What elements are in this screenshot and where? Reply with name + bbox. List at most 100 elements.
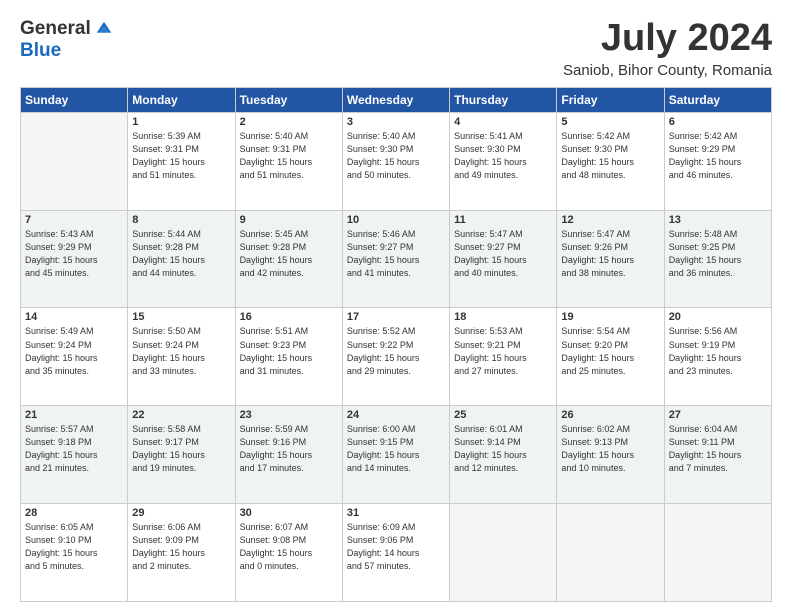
day-info: Sunrise: 5:42 AM Sunset: 9:30 PM Dayligh… bbox=[561, 130, 659, 182]
day-number: 5 bbox=[561, 116, 659, 128]
title-block: July 2024 Saniob, Bihor County, Romania bbox=[563, 18, 772, 79]
weekday-header-wednesday: Wednesday bbox=[342, 87, 449, 112]
calendar-cell: 10 Sunrise: 5:46 AM Sunset: 9:27 PM Dayli… bbox=[342, 210, 449, 308]
weekday-header-sunday: Sunday bbox=[21, 87, 128, 112]
logo: General Blue bbox=[20, 18, 113, 62]
calendar-cell: 2 Sunrise: 5:40 AM Sunset: 9:31 PM Daylig… bbox=[235, 112, 342, 210]
logo-general: General bbox=[20, 18, 91, 40]
calendar-cell: 7 Sunrise: 5:43 AM Sunset: 9:29 PM Daylig… bbox=[21, 210, 128, 308]
weekday-header-thursday: Thursday bbox=[450, 87, 557, 112]
day-number: 2 bbox=[240, 116, 338, 128]
day-info: Sunrise: 5:52 AM Sunset: 9:22 PM Dayligh… bbox=[347, 325, 445, 377]
calendar-cell: 3 Sunrise: 5:40 AM Sunset: 9:30 PM Daylig… bbox=[342, 112, 449, 210]
day-number: 19 bbox=[561, 311, 659, 323]
day-info: Sunrise: 5:47 AM Sunset: 9:26 PM Dayligh… bbox=[561, 228, 659, 280]
calendar-cell: 11 Sunrise: 5:47 AM Sunset: 9:27 PM Dayli… bbox=[450, 210, 557, 308]
day-info: Sunrise: 5:42 AM Sunset: 9:29 PM Dayligh… bbox=[669, 130, 767, 182]
day-info: Sunrise: 6:02 AM Sunset: 9:13 PM Dayligh… bbox=[561, 423, 659, 475]
day-number: 8 bbox=[132, 214, 230, 226]
weekday-header-tuesday: Tuesday bbox=[235, 87, 342, 112]
day-number: 14 bbox=[25, 311, 123, 323]
calendar-cell: 30 Sunrise: 6:07 AM Sunset: 9:08 PM Dayli… bbox=[235, 504, 342, 602]
day-info: Sunrise: 5:54 AM Sunset: 9:20 PM Dayligh… bbox=[561, 325, 659, 377]
day-number: 21 bbox=[25, 409, 123, 421]
weekday-header-row: SundayMondayTuesdayWednesdayThursdayFrid… bbox=[21, 87, 772, 112]
calendar-cell: 27 Sunrise: 6:04 AM Sunset: 9:11 PM Dayli… bbox=[664, 406, 771, 504]
calendar-cell: 5 Sunrise: 5:42 AM Sunset: 9:30 PM Daylig… bbox=[557, 112, 664, 210]
day-info: Sunrise: 5:43 AM Sunset: 9:29 PM Dayligh… bbox=[25, 228, 123, 280]
calendar-week-row: 21 Sunrise: 5:57 AM Sunset: 9:18 PM Dayli… bbox=[21, 406, 772, 504]
calendar-cell: 17 Sunrise: 5:52 AM Sunset: 9:22 PM Dayli… bbox=[342, 308, 449, 406]
calendar-cell: 24Sunrise: 6:00 AM Sunset: 9:15 PM Dayli… bbox=[342, 406, 449, 504]
weekday-header-saturday: Saturday bbox=[664, 87, 771, 112]
day-number: 10 bbox=[347, 214, 445, 226]
calendar-cell: 19 Sunrise: 5:54 AM Sunset: 9:20 PM Dayli… bbox=[557, 308, 664, 406]
day-number: 9 bbox=[240, 214, 338, 226]
day-number: 11 bbox=[454, 214, 552, 226]
day-info: Sunrise: 6:07 AM Sunset: 9:08 PM Dayligh… bbox=[240, 521, 338, 573]
day-number: 15 bbox=[132, 311, 230, 323]
day-number: 7 bbox=[25, 214, 123, 226]
day-number: 6 bbox=[669, 116, 767, 128]
calendar-cell: 22 Sunrise: 5:58 AM Sunset: 9:17 PM Dayli… bbox=[128, 406, 235, 504]
calendar-cell: 28Sunrise: 6:05 AM Sunset: 9:10 PM Dayli… bbox=[21, 504, 128, 602]
calendar-cell: 20Sunrise: 5:56 AM Sunset: 9:19 PM Dayli… bbox=[664, 308, 771, 406]
weekday-header-monday: Monday bbox=[128, 87, 235, 112]
day-number: 13 bbox=[669, 214, 767, 226]
day-info: Sunrise: 5:59 AM Sunset: 9:16 PM Dayligh… bbox=[240, 423, 338, 475]
day-number: 25 bbox=[454, 409, 552, 421]
day-info: Sunrise: 5:53 AM Sunset: 9:21 PM Dayligh… bbox=[454, 325, 552, 377]
day-info: Sunrise: 5:56 AM Sunset: 9:19 PM Dayligh… bbox=[669, 325, 767, 377]
day-info: Sunrise: 5:46 AM Sunset: 9:27 PM Dayligh… bbox=[347, 228, 445, 280]
day-info: Sunrise: 6:09 AM Sunset: 9:06 PM Dayligh… bbox=[347, 521, 445, 573]
calendar-cell: 12 Sunrise: 5:47 AM Sunset: 9:26 PM Dayli… bbox=[557, 210, 664, 308]
day-info: Sunrise: 5:50 AM Sunset: 9:24 PM Dayligh… bbox=[132, 325, 230, 377]
calendar-cell: 6 Sunrise: 5:42 AM Sunset: 9:29 PM Daylig… bbox=[664, 112, 771, 210]
calendar-week-row: 14Sunrise: 5:49 AM Sunset: 9:24 PM Dayli… bbox=[21, 308, 772, 406]
calendar-cell: 16Sunrise: 5:51 AM Sunset: 9:23 PM Dayli… bbox=[235, 308, 342, 406]
day-number: 30 bbox=[240, 507, 338, 519]
day-number: 22 bbox=[132, 409, 230, 421]
day-info: Sunrise: 6:04 AM Sunset: 9:11 PM Dayligh… bbox=[669, 423, 767, 475]
day-info: Sunrise: 5:57 AM Sunset: 9:18 PM Dayligh… bbox=[25, 423, 123, 475]
location-subtitle: Saniob, Bihor County, Romania bbox=[563, 62, 772, 79]
calendar-cell: 25Sunrise: 6:01 AM Sunset: 9:14 PM Dayli… bbox=[450, 406, 557, 504]
day-number: 24 bbox=[347, 409, 445, 421]
calendar-table: SundayMondayTuesdayWednesdayThursdayFrid… bbox=[20, 87, 772, 602]
calendar-cell: 31Sunrise: 6:09 AM Sunset: 9:06 PM Dayli… bbox=[342, 504, 449, 602]
day-number: 18 bbox=[454, 311, 552, 323]
day-info: Sunrise: 5:47 AM Sunset: 9:27 PM Dayligh… bbox=[454, 228, 552, 280]
calendar-cell: 8 Sunrise: 5:44 AM Sunset: 9:28 PM Daylig… bbox=[128, 210, 235, 308]
calendar-cell: 26 Sunrise: 6:02 AM Sunset: 9:13 PM Dayli… bbox=[557, 406, 664, 504]
day-info: Sunrise: 5:41 AM Sunset: 9:30 PM Dayligh… bbox=[454, 130, 552, 182]
calendar-cell: 18 Sunrise: 5:53 AM Sunset: 9:21 PM Dayli… bbox=[450, 308, 557, 406]
day-number: 26 bbox=[561, 409, 659, 421]
calendar-cell: 21 Sunrise: 5:57 AM Sunset: 9:18 PM Dayli… bbox=[21, 406, 128, 504]
day-info: Sunrise: 5:40 AM Sunset: 9:31 PM Dayligh… bbox=[240, 130, 338, 182]
calendar-cell: 9 Sunrise: 5:45 AM Sunset: 9:28 PM Daylig… bbox=[235, 210, 342, 308]
day-info: Sunrise: 6:06 AM Sunset: 9:09 PM Dayligh… bbox=[132, 521, 230, 573]
day-number: 27 bbox=[669, 409, 767, 421]
page: General Blue July 2024 Saniob, Bihor Cou… bbox=[0, 0, 792, 612]
day-info: Sunrise: 5:45 AM Sunset: 9:28 PM Dayligh… bbox=[240, 228, 338, 280]
logo-icon bbox=[95, 20, 113, 38]
calendar-cell: 23Sunrise: 5:59 AM Sunset: 9:16 PM Dayli… bbox=[235, 406, 342, 504]
day-info: Sunrise: 5:48 AM Sunset: 9:25 PM Dayligh… bbox=[669, 228, 767, 280]
day-number: 12 bbox=[561, 214, 659, 226]
day-info: Sunrise: 5:40 AM Sunset: 9:30 PM Dayligh… bbox=[347, 130, 445, 182]
day-info: Sunrise: 5:39 AM Sunset: 9:31 PM Dayligh… bbox=[132, 130, 230, 182]
month-title: July 2024 bbox=[563, 18, 772, 60]
calendar-cell bbox=[664, 504, 771, 602]
day-number: 3 bbox=[347, 116, 445, 128]
calendar-week-row: 28Sunrise: 6:05 AM Sunset: 9:10 PM Dayli… bbox=[21, 504, 772, 602]
day-number: 29 bbox=[132, 507, 230, 519]
header: General Blue July 2024 Saniob, Bihor Cou… bbox=[20, 18, 772, 79]
day-number: 17 bbox=[347, 311, 445, 323]
day-number: 16 bbox=[240, 311, 338, 323]
day-info: Sunrise: 5:58 AM Sunset: 9:17 PM Dayligh… bbox=[132, 423, 230, 475]
logo-blue: Blue bbox=[20, 40, 61, 61]
calendar-cell: 1Sunrise: 5:39 AM Sunset: 9:31 PM Daylig… bbox=[128, 112, 235, 210]
calendar-cell: 14Sunrise: 5:49 AM Sunset: 9:24 PM Dayli… bbox=[21, 308, 128, 406]
day-info: Sunrise: 5:44 AM Sunset: 9:28 PM Dayligh… bbox=[132, 228, 230, 280]
calendar-cell: 15 Sunrise: 5:50 AM Sunset: 9:24 PM Dayli… bbox=[128, 308, 235, 406]
